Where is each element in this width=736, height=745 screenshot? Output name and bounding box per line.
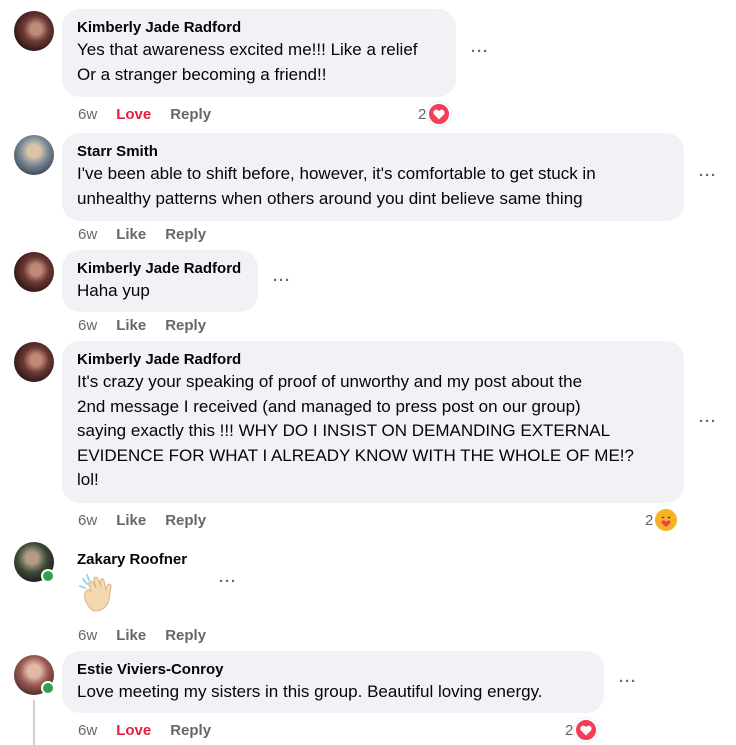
comment-timestamp[interactable]: 6w: [78, 627, 97, 644]
comment-bubble: Kimberly Jade Radford Haha yup: [62, 250, 258, 312]
comment-text: It's crazy your speaking of proof of unw…: [77, 372, 634, 489]
avatar[interactable]: [14, 342, 54, 382]
comment-actions: 6w Like Reply: [78, 625, 225, 645]
reply-button[interactable]: Reply: [165, 627, 206, 644]
comment-bubble: Estie Viviers-Conroy Love meeting my sis…: [62, 651, 604, 713]
comment-text: I've been able to shift before, however,…: [77, 164, 596, 208]
comment-author[interactable]: Kimberly Jade Radford: [77, 259, 244, 279]
comment-bubble: Starr Smith I've been able to shift befo…: [62, 133, 684, 221]
comment-timestamp[interactable]: 6w: [78, 722, 97, 739]
comment-bubble: Kimberly Jade Radford Yes that awareness…: [62, 9, 456, 97]
online-status-dot: [41, 681, 55, 695]
comment-actions: 6w Like Reply: [78, 510, 225, 530]
reply-button[interactable]: Reply: [165, 226, 206, 243]
more-options-button[interactable]: ···: [699, 413, 717, 430]
avatar[interactable]: [14, 135, 54, 175]
comment-author[interactable]: Zakary Roofner: [77, 550, 187, 570]
comment-text: Haha yup: [77, 281, 150, 300]
more-options-button[interactable]: ···: [219, 573, 237, 590]
comment-actions: 6w Like Reply: [78, 224, 225, 244]
comment-author[interactable]: Starr Smith: [77, 142, 670, 162]
comment-timestamp[interactable]: 6w: [78, 106, 97, 123]
comment-text: Love meeting my sisters in this group. B…: [77, 682, 543, 701]
reaction-summary[interactable]: 2: [418, 102, 452, 126]
partial-reaction-icons: [640, 0, 670, 2]
comment-text: Yes that awareness excited me!!! Like a …: [77, 40, 418, 84]
comment-actions: 6w Love Reply: [78, 104, 230, 124]
avatar[interactable]: [14, 11, 54, 51]
comment-timestamp[interactable]: 6w: [78, 226, 97, 243]
comment-author[interactable]: Kimberly Jade Radford: [77, 18, 442, 38]
reply-thread-line: [33, 700, 35, 745]
reaction-count: 2: [565, 721, 574, 739]
more-options-button[interactable]: ···: [699, 167, 717, 184]
love-button[interactable]: Love: [116, 106, 151, 123]
reaction-count: 2: [418, 105, 427, 123]
reply-button[interactable]: Reply: [165, 317, 206, 334]
more-options-button[interactable]: ···: [273, 272, 291, 289]
like-button[interactable]: Like: [116, 512, 146, 529]
reply-button[interactable]: Reply: [170, 106, 211, 123]
comment-author[interactable]: Estie Viviers-Conroy: [77, 660, 590, 680]
avatar[interactable]: [14, 252, 54, 292]
more-options-button[interactable]: ···: [619, 673, 637, 690]
comment-timestamp[interactable]: 6w: [78, 317, 97, 334]
online-status-dot: [41, 569, 55, 583]
love-button[interactable]: Love: [116, 722, 151, 739]
care-icon: [654, 508, 679, 532]
reply-button[interactable]: Reply: [170, 722, 211, 739]
comment-actions: 6w Love Reply: [78, 720, 230, 740]
heart-icon: [427, 102, 452, 126]
reaction-summary[interactable]: 2: [645, 508, 679, 532]
reaction-count: 2: [645, 511, 654, 529]
comment-author[interactable]: Kimberly Jade Radford: [77, 350, 670, 370]
comment-bubble: Kimberly Jade Radford It's crazy your sp…: [62, 341, 684, 503]
like-button[interactable]: Like: [116, 317, 146, 334]
like-button[interactable]: Like: [116, 226, 146, 243]
reaction-summary[interactable]: 2: [565, 718, 599, 742]
heart-icon: [574, 718, 599, 742]
more-options-button[interactable]: ···: [471, 43, 489, 60]
waving-hand-icon: [79, 574, 112, 612]
comment-timestamp[interactable]: 6w: [78, 512, 97, 529]
like-button[interactable]: Like: [116, 627, 146, 644]
reply-button[interactable]: Reply: [165, 512, 206, 529]
comment-actions: 6w Like Reply: [78, 315, 225, 335]
